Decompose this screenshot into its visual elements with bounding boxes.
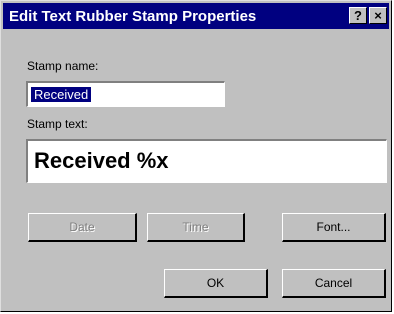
question-mark-icon: ? xyxy=(354,8,362,23)
close-button[interactable]: × xyxy=(369,7,387,24)
stamp-name-input[interactable]: Received xyxy=(26,81,225,107)
cancel-button[interactable]: Cancel xyxy=(282,269,386,298)
title-bar[interactable]: Edit Text Rubber Stamp Properties ? × xyxy=(3,3,389,29)
date-button[interactable]: Date xyxy=(28,213,137,242)
close-icon: × xyxy=(374,8,382,23)
stamp-text-value: Received %x xyxy=(34,148,169,173)
stamp-name-label: Stamp name: xyxy=(27,59,99,73)
help-button[interactable]: ? xyxy=(349,7,367,24)
ok-button[interactable]: OK xyxy=(164,269,268,298)
font-button[interactable]: Font... xyxy=(282,213,386,242)
stamp-properties-dialog: Edit Text Rubber Stamp Properties ? × St… xyxy=(0,0,392,312)
time-button[interactable]: Time xyxy=(147,213,245,242)
stamp-text-label: Stamp text: xyxy=(27,117,88,131)
stamp-text-input[interactable]: Received %x xyxy=(26,139,387,183)
dialog-title: Edit Text Rubber Stamp Properties xyxy=(9,8,257,25)
stamp-name-value: Received xyxy=(31,87,92,102)
